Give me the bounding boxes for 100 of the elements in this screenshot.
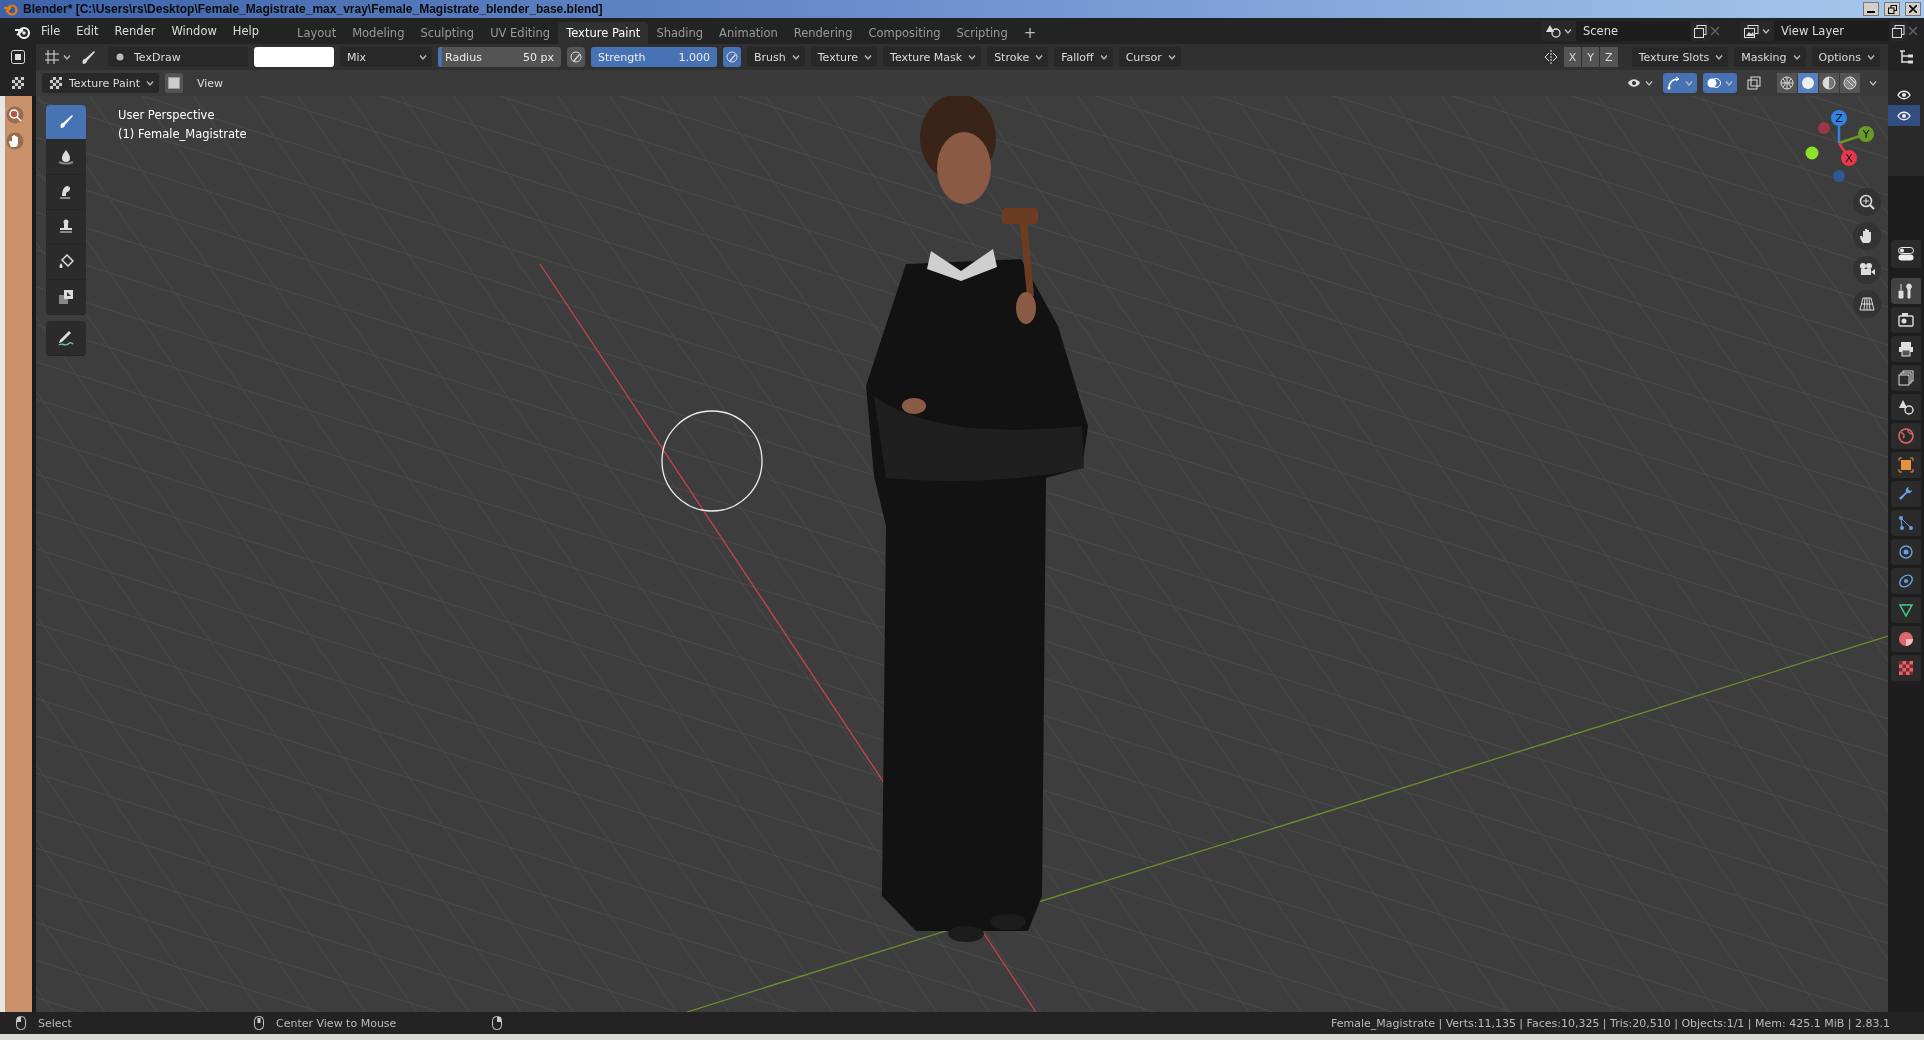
menu-dropdown[interactable]: Cursor: [1118, 47, 1181, 67]
pen-pressure-button[interactable]: [567, 47, 585, 67]
new-scene-button[interactable]: [1691, 21, 1710, 41]
negative-axis-handle[interactable]: [1833, 170, 1845, 182]
draw-tool[interactable]: [46, 105, 86, 140]
world-properties-tab[interactable]: [1891, 423, 1921, 449]
color-swatch[interactable]: [254, 47, 334, 67]
scene-field[interactable]: Scene: [1576, 21, 1691, 41]
menu-item[interactable]: View: [189, 73, 232, 93]
blend-mode-dropdown[interactable]: Mix: [340, 47, 432, 67]
menu-item[interactable]: Edit: [68, 21, 107, 41]
zoom-button[interactable]: [1853, 188, 1881, 216]
menu-dropdown[interactable]: Texture: [810, 47, 878, 67]
mask-icon: [58, 289, 74, 305]
menu-dropdown[interactable]: Brush: [747, 47, 805, 67]
axis-handle[interactable]: Y: [1838, 126, 1874, 145]
mask-toggle[interactable]: [165, 73, 183, 93]
mirror-axis-toggle[interactable]: X: [1563, 47, 1582, 67]
physics-properties-tab[interactable]: [1891, 539, 1921, 565]
data-properties-tab[interactable]: [1891, 597, 1921, 623]
workspace-tab[interactable]: Scripting: [948, 22, 1016, 44]
tool-properties-tab[interactable]: [1891, 278, 1921, 304]
outliner-icon[interactable]: [1899, 50, 1913, 64]
caret-icon: [791, 54, 800, 60]
workspace-tab[interactable]: Shading: [648, 22, 712, 44]
texture-properties-tab[interactable]: [1891, 655, 1921, 681]
workspace-tab[interactable]: Sculpting: [412, 22, 483, 44]
workspace-tab[interactable]: Layout: [289, 22, 345, 44]
mirror-axis-toggle[interactable]: Y: [1582, 47, 1600, 67]
wireframe-shading-button[interactable]: [1777, 73, 1797, 93]
rendered-shading-button[interactable]: [1840, 73, 1860, 93]
menu-dropdown[interactable]: Texture Slots: [1631, 47, 1729, 67]
menu-item[interactable]: Render: [106, 21, 164, 41]
negative-axis-handle[interactable]: [1818, 122, 1830, 134]
caret-icon: [1099, 54, 1108, 60]
outliner-row[interactable]: [1888, 105, 1920, 126]
particles-properties-tab[interactable]: [1891, 510, 1921, 536]
close-button[interactable]: [1905, 2, 1921, 16]
material-shading-button[interactable]: [1819, 73, 1839, 93]
new-view-layer-button[interactable]: [1889, 21, 1908, 41]
menu-item[interactable]: Help: [224, 21, 268, 41]
radius-slider[interactable]: Radius 50 px: [438, 47, 561, 67]
render-icon: [1898, 312, 1914, 328]
menu-dropdown[interactable]: Masking: [1734, 47, 1806, 67]
menu-dropdown[interactable]: Falloff: [1054, 47, 1113, 67]
workspace-tab[interactable]: Modeling: [344, 22, 413, 44]
duplicate-icon: [1694, 24, 1707, 38]
perspective-toggle-button[interactable]: [1853, 290, 1881, 318]
scene-properties-tab[interactable]: [1891, 394, 1921, 420]
workspace-tab[interactable]: Animation: [711, 22, 786, 44]
mouse-icon: [254, 1016, 264, 1030]
material-sphere-icon: [1822, 76, 1836, 90]
checker-icon[interactable]: [11, 76, 25, 90]
scene-icon: [1545, 24, 1561, 38]
constraints-properties-tab[interactable]: [1891, 568, 1921, 594]
workspace-tab[interactable]: Texture Paint: [558, 22, 649, 44]
solid-shading-button[interactable]: [1798, 73, 1818, 93]
mouse-icon: [492, 1016, 502, 1030]
gizmo-toggle[interactable]: [1663, 73, 1697, 93]
brush-name-field[interactable]: TexDraw: [108, 47, 248, 67]
render-properties-tab[interactable]: [1891, 307, 1921, 333]
scene-selector[interactable]: [1541, 21, 1576, 41]
caret-icon: [1715, 54, 1724, 60]
hand-icon[interactable]: [6, 132, 24, 150]
axis-handle[interactable]: Z: [1831, 110, 1847, 143]
close-icon[interactable]: [1908, 26, 1918, 36]
minimize-button[interactable]: [1863, 2, 1879, 16]
modifiers-properties-tab[interactable]: [1891, 481, 1921, 507]
material-properties-tab[interactable]: [1891, 626, 1921, 652]
menu-item[interactable]: Window: [163, 21, 225, 41]
strength-slider[interactable]: Strength 1.000: [591, 47, 717, 67]
menu-dropdown[interactable]: Texture Mask: [883, 47, 982, 67]
output-properties-tab[interactable]: [1891, 336, 1921, 362]
view-layer-selector[interactable]: [1740, 21, 1774, 41]
workspace-tab[interactable]: Rendering: [785, 22, 861, 44]
object-properties-tab[interactable]: [1891, 452, 1921, 478]
caret-icon: [1762, 28, 1770, 34]
workspace-tab[interactable]: UV Editing: [482, 22, 559, 44]
workspace-tab[interactable]: Compositing: [860, 22, 949, 44]
status-hint: Center View to Mouse: [276, 1016, 397, 1030]
restore-button[interactable]: [1884, 2, 1900, 16]
toggle-switch-icon[interactable]: [1898, 247, 1914, 261]
view-layer-properties-tab[interactable]: [1891, 365, 1921, 391]
pan-button[interactable]: [1853, 222, 1881, 250]
menu-item[interactable]: File: [33, 21, 69, 41]
negative-axis-handle[interactable]: [1805, 146, 1819, 160]
menu-dropdown[interactable]: Stroke: [987, 47, 1049, 67]
add-workspace-button[interactable]: +: [1015, 22, 1045, 44]
editor-type-icon[interactable]: [11, 50, 25, 64]
close-icon[interactable]: [1710, 26, 1720, 36]
mirror-axis-toggle[interactable]: Z: [1600, 47, 1618, 67]
brush-icon[interactable]: [80, 49, 96, 65]
camera-view-button[interactable]: [1853, 256, 1881, 284]
symmetry-icon[interactable]: [1543, 50, 1558, 64]
menu-dropdown[interactable]: Options: [1811, 47, 1880, 67]
mode-dropdown[interactable]: Texture Paint: [42, 73, 159, 93]
overlay-toggle[interactable]: [1703, 73, 1737, 93]
zoom-icon[interactable]: [6, 106, 24, 124]
pen-pressure-button[interactable]: [723, 47, 741, 67]
view-layer-field[interactable]: View Layer: [1774, 21, 1889, 41]
